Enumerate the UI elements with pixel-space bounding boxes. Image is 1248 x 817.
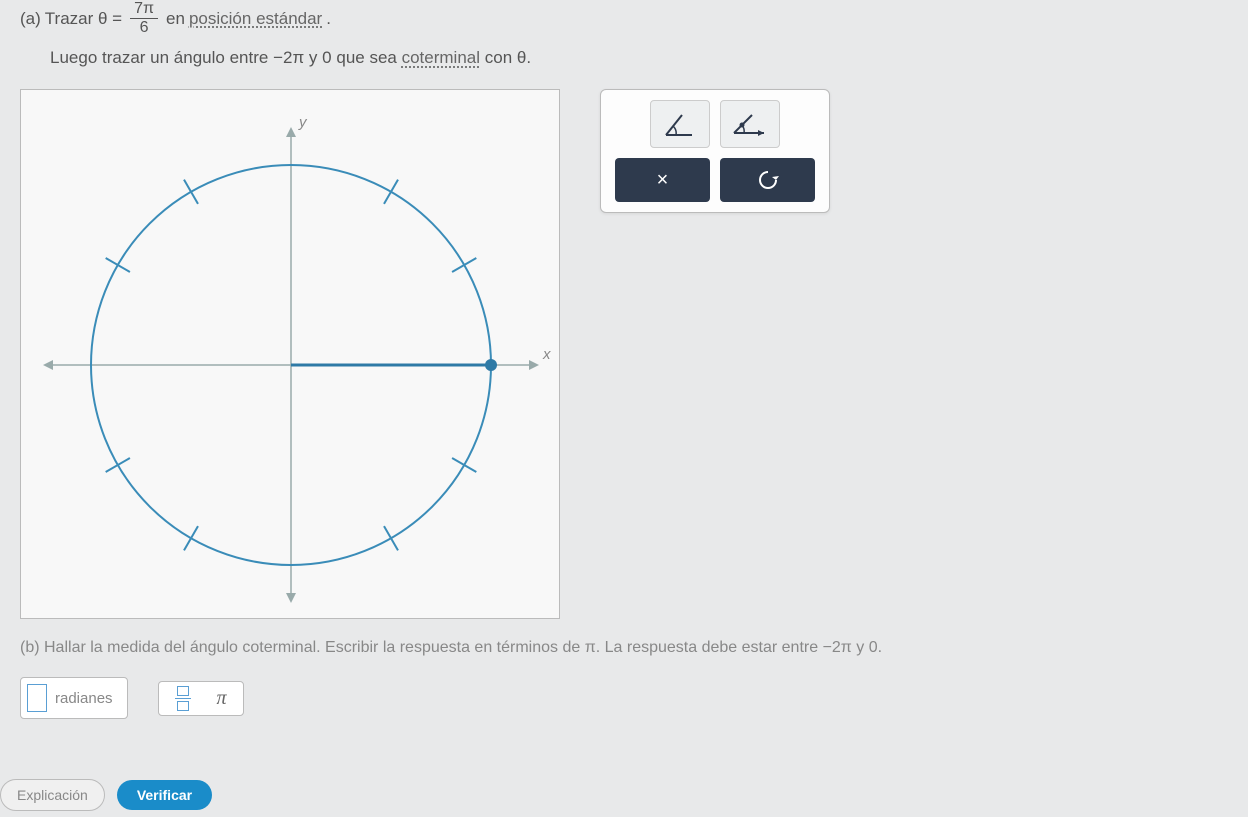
unit-circle-svg[interactable]: x y <box>21 90 561 620</box>
theta-fraction: 7π 6 <box>130 0 158 36</box>
x-axis-arrow-right <box>529 360 539 370</box>
unit-radianes: radianes <box>55 690 113 707</box>
line2-suffix: con θ. <box>485 48 531 67</box>
answer-input[interactable] <box>27 684 47 712</box>
angle-icon <box>662 109 698 139</box>
fraction-bottom-icon <box>177 701 189 711</box>
answer-box[interactable]: radianes <box>20 677 128 719</box>
line2-prefix: Luego trazar un ángulo entre <box>50 48 268 67</box>
explain-button[interactable]: Explicación <box>0 779 105 811</box>
ray-endpoint[interactable] <box>485 359 497 371</box>
reset-button[interactable] <box>720 158 815 202</box>
x-axis-arrow-left <box>43 360 53 370</box>
content-row: x y <box>20 89 1228 619</box>
fraction-top-icon <box>177 686 189 696</box>
answer-row: radianes π <box>20 677 1228 719</box>
period: . <box>326 5 331 32</box>
part-b-text: (b) Hallar la medida del ángulo cotermin… <box>20 639 1228 657</box>
part-a-line2: Luego trazar un ángulo entre −2π y 0 que… <box>50 44 1228 71</box>
bottom-bar: Explicación Verificar <box>0 779 212 811</box>
tool-row-actions: × <box>611 158 819 202</box>
neg-2pi: −2π <box>273 48 304 67</box>
y-label: y <box>298 114 308 131</box>
tool-panel: × <box>600 89 830 213</box>
reset-icon <box>757 169 779 191</box>
verify-button[interactable]: Verificar <box>117 780 212 810</box>
ray-angle-icon <box>730 109 770 139</box>
fraction-numerator: 7π <box>130 0 158 19</box>
keypad-group: π <box>158 681 244 717</box>
zero: 0 <box>322 48 331 67</box>
part-a-prefix: Trazar θ = <box>45 5 122 32</box>
fraction-denominator: 6 <box>136 19 153 37</box>
part-a-line1: (a) Trazar θ = 7π 6 en posición estándar… <box>20 0 1228 36</box>
y-axis-arrow-down <box>286 593 296 603</box>
ray-angle-tool-button[interactable] <box>720 100 780 148</box>
and-word: y <box>309 48 318 67</box>
clear-button[interactable]: × <box>615 158 710 202</box>
fraction-keypad-button[interactable] <box>175 686 191 712</box>
angle-tool-button[interactable] <box>650 100 710 148</box>
mid2: que sea <box>336 48 397 67</box>
y-axis-arrow-up <box>286 127 296 137</box>
close-icon: × <box>657 169 669 192</box>
fraction-bar-icon <box>175 698 191 700</box>
term-coterminal[interactable]: coterminal <box>402 48 480 67</box>
tool-row-shapes <box>611 100 819 148</box>
term-posicion-estandar[interactable]: posición estándar <box>189 5 322 32</box>
unit-circle-panel[interactable]: x y <box>20 89 560 619</box>
part-a-label: (a) <box>20 5 41 32</box>
pi-keypad-button[interactable]: π <box>217 687 227 710</box>
x-label: x <box>542 346 551 363</box>
part-a-mid: en <box>166 5 185 32</box>
